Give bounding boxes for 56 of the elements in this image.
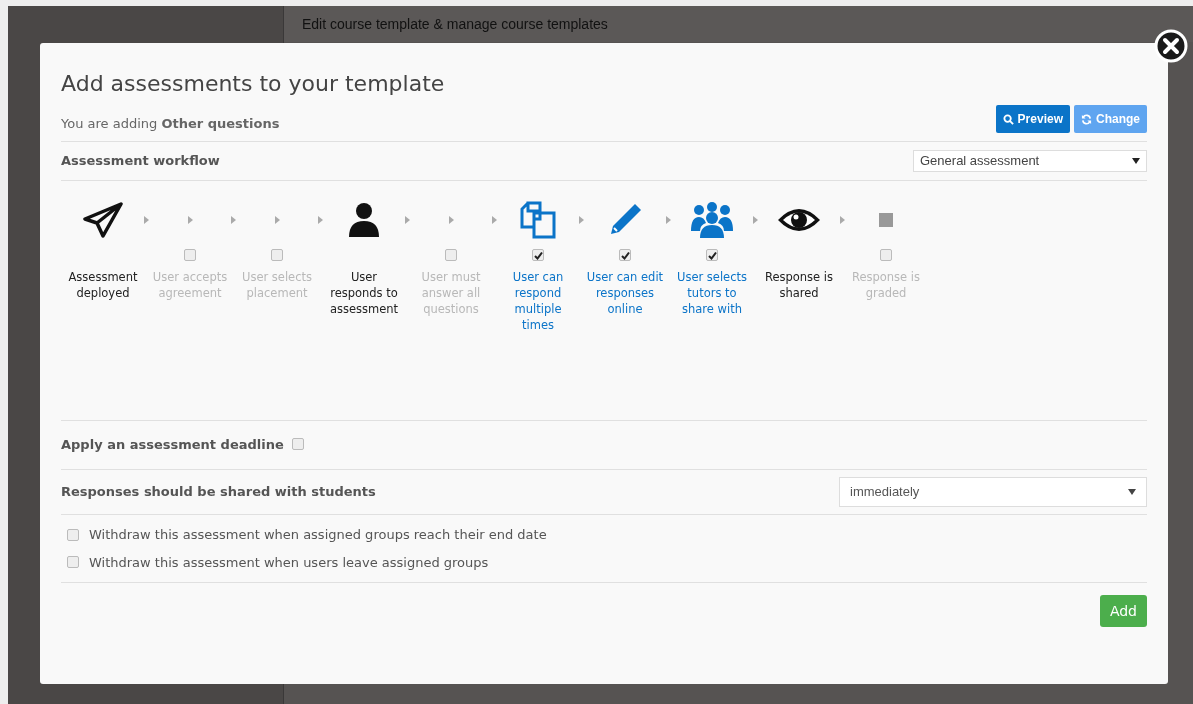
preview-button[interactable]: Preview	[995, 105, 1070, 133]
step-label: User accepts agreement	[151, 269, 229, 301]
dialog-title: Add assessments to your template	[61, 70, 446, 98]
checkbox[interactable]	[445, 249, 457, 261]
checkbox[interactable]	[706, 249, 718, 261]
group-icon	[690, 201, 734, 239]
deadline-label: Apply an assessment deadline	[61, 436, 284, 455]
eye-icon	[776, 206, 822, 234]
user-icon	[348, 202, 380, 238]
page-title: Edit course template & manage course templates	[302, 14, 608, 34]
checkbox[interactable]	[67, 556, 79, 569]
arrow-icon	[666, 216, 671, 224]
add-button[interactable]: Add	[1099, 595, 1147, 627]
arrow-icon	[187, 216, 193, 224]
checkbox[interactable]	[619, 249, 631, 261]
change-button[interactable]: Change	[1074, 105, 1147, 133]
arrow-icon	[579, 216, 584, 224]
search-icon	[1002, 113, 1014, 125]
square-icon	[879, 213, 893, 227]
checkbox[interactable]	[184, 249, 196, 261]
step-label: Response is shared	[763, 269, 835, 301]
arrow-icon	[274, 216, 280, 224]
option-label: Withdraw this assessment when assigned groups reach their end date	[89, 526, 547, 544]
checkbox[interactable]	[532, 249, 544, 261]
step-label: User responds to assessment	[328, 269, 400, 317]
step-label: User selects placement	[241, 269, 313, 301]
sharing-label: Responses should be shared with students	[61, 483, 376, 502]
checkbox[interactable]	[67, 528, 79, 541]
subtitle: You are adding Other questions	[61, 114, 280, 133]
option-label: Withdraw this assessment when users leave assigned groups	[89, 553, 489, 572]
arrow-icon	[231, 216, 236, 224]
step-label: Response is graded	[850, 269, 922, 301]
copy-icon	[520, 201, 556, 239]
arrow-icon	[492, 216, 497, 224]
paper-plane-icon	[83, 202, 123, 238]
caret-icon	[1132, 158, 1140, 164]
arrow-icon	[318, 216, 323, 224]
checkbox[interactable]	[880, 249, 892, 261]
checkbox[interactable]	[271, 249, 283, 261]
arrow-icon	[144, 216, 149, 224]
step-label: User can edit responses online	[585, 269, 665, 317]
arrow-icon	[753, 216, 758, 224]
checkbox[interactable]	[291, 438, 304, 450]
workflow-label: Assessment workflow	[61, 152, 220, 171]
close-icon[interactable]	[1154, 29, 1188, 63]
step-label: User can respond multiple times	[511, 269, 565, 333]
sharing-select[interactable]: immediately	[839, 477, 1147, 507]
arrow-icon	[405, 216, 410, 224]
workflow-select[interactable]: General assessment	[913, 150, 1147, 172]
caret-icon	[1128, 489, 1136, 495]
step-label: User selects tutors to share with	[676, 269, 748, 317]
step-label: Assessment deployed	[67, 269, 139, 301]
step-label: User must answer all questions	[420, 269, 482, 317]
arrow-icon	[448, 216, 454, 224]
refresh-icon	[1081, 113, 1092, 125]
arrow-icon	[840, 216, 845, 224]
